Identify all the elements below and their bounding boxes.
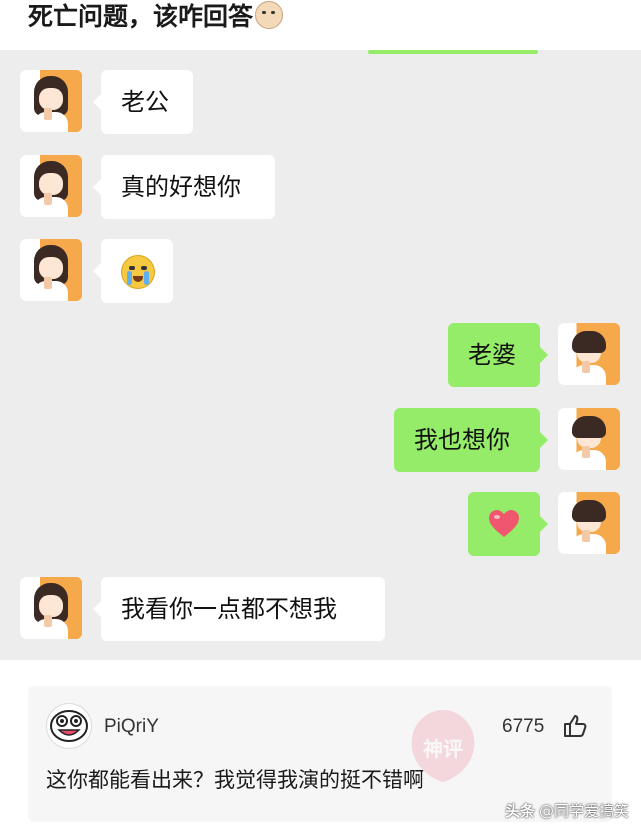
chat-bubble-right[interactable]: 我也想你 [394, 408, 548, 472]
page-title: 死亡问题，该咋回答 [28, 0, 284, 34]
chat-bubble-left[interactable]: 老公 [93, 70, 193, 134]
boy-avatar[interactable] [558, 323, 620, 385]
title-bar: 死亡问题，该咋回答 [0, 0, 641, 50]
like-count: 6775 [502, 716, 545, 737]
previous-message-edge [368, 50, 538, 54]
commenter-avatar[interactable] [46, 703, 92, 749]
thumbs-up-icon[interactable] [562, 713, 588, 739]
watermark: 头条 @同学爱搞笑 [505, 800, 629, 821]
heart-icon [489, 510, 519, 537]
chat-bubble-left[interactable]: 真的好想你 [93, 155, 275, 219]
girl-avatar[interactable] [20, 155, 82, 217]
chat-bubble-left[interactable] [93, 239, 173, 303]
girl-avatar[interactable] [20, 239, 82, 301]
comment-text: 这你都能看出来？我觉得我演的挺不错啊 [46, 768, 424, 792]
boy-avatar[interactable] [558, 408, 620, 470]
watermark-text: @同学爱搞笑 [538, 802, 629, 820]
stamp-text: 神评 [423, 737, 463, 761]
girl-avatar[interactable] [20, 70, 82, 132]
chat-bubble-right[interactable] [468, 492, 548, 556]
girl-avatar[interactable] [20, 577, 82, 639]
commenter-username[interactable]: PiQriY [104, 716, 159, 738]
watermark-brand: 头条 [504, 802, 535, 820]
face-emoji-icon [255, 1, 284, 29]
crying-face-icon [121, 255, 155, 289]
chat-bubble-left[interactable]: 我看你一点都不想我 [93, 577, 385, 641]
boy-avatar[interactable] [558, 492, 620, 554]
title-text: 死亡问题，该咋回答 [28, 2, 254, 31]
chat-bubble-right[interactable]: 老婆 [448, 323, 548, 387]
